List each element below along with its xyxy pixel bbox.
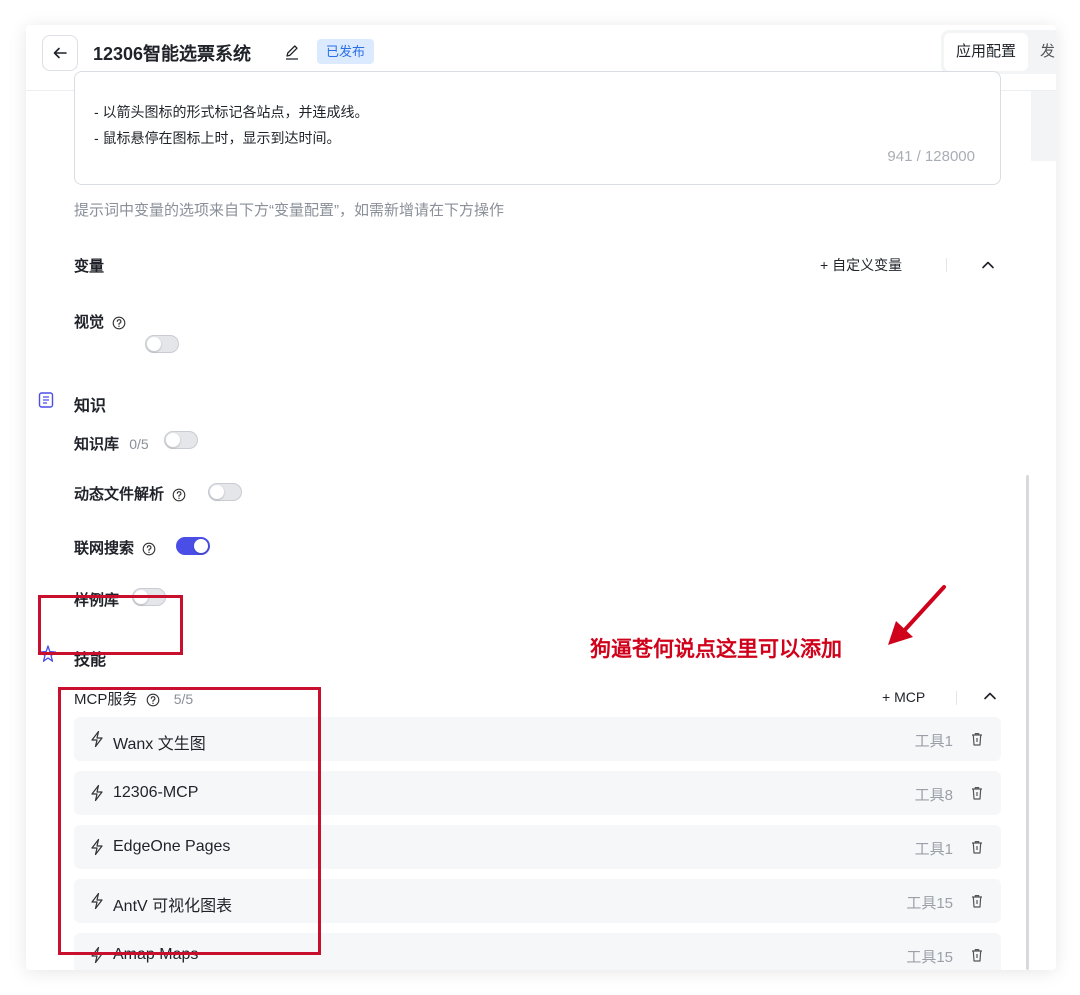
trash-icon[interactable] [969,893,985,909]
prompt-textarea[interactable]: - 以箭头图标的形式标记各站点，并连成线。 - 鼠标悬停在图标上时，显示到达时间… [74,71,1001,185]
vision-label-text: 视觉 [74,314,105,331]
prompt-hint: 提示词中变量的选项来自下方“变量配置”，如需新增请在下方操作 [74,202,504,219]
trash-icon[interactable] [969,947,985,963]
knowledge-base-toggle[interactable] [164,431,198,449]
help-circle-icon[interactable] [142,542,156,556]
arrow-left-icon [53,47,67,59]
divider [946,258,947,272]
dynamic-file-label: 动态文件解析 [74,483,186,504]
annotation-text: 狗逼苍何说点这里可以添加 [590,638,842,661]
trash-icon[interactable] [969,839,985,855]
tab-app-config[interactable]: 应用配置 [943,33,1028,71]
web-search-label: 联网搜索 [74,537,156,558]
scrollbar-thumb[interactable] [1026,475,1029,970]
web-search-text: 联网搜索 [74,540,135,557]
vision-toggle[interactable] [145,335,179,353]
mcp-item-tools: 工具1 [914,733,953,750]
annotation-arrow-icon [888,585,946,645]
trash-icon[interactable] [969,731,985,747]
config-tabs: 应用配置 发 [940,30,1056,74]
mcp-item-tools: 工具1 [914,841,953,858]
char-count: 941 / 128000 [887,148,975,165]
book-icon [38,392,54,408]
vision-label: 视觉 [74,311,126,332]
knowledge-title: 知识 [74,398,107,415]
help-circle-icon[interactable] [172,488,186,502]
mcp-item-tools: 工具15 [906,895,953,912]
knowledge-base-text: 知识库 [74,436,120,453]
annotation-box-mcp-list [58,687,321,955]
knowledge-base-label: 知识库 0/5 [74,433,149,454]
add-custom-variable-button[interactable]: + 自定义变量 [820,255,902,275]
prompt-line: - 鼠标悬停在图标上时，显示到达时间。 [94,130,341,146]
knowledge-base-count: 0/5 [129,436,149,452]
mcp-item-tools: 工具15 [906,949,953,966]
divider [956,691,957,705]
add-mcp-button[interactable]: + MCP [882,689,925,705]
dynamic-file-text: 动态文件解析 [74,486,165,503]
back-button[interactable] [42,35,78,71]
web-search-toggle[interactable] [176,537,210,555]
help-circle-icon[interactable] [112,316,126,330]
status-badge: 已发布 [317,39,375,64]
app-title: 12306智能选票系统 [93,44,252,64]
prompt-line: - 以箭头图标的形式标记各站点，并连成线。 [94,104,369,120]
variables-label: 变量 [74,258,105,275]
edit-pencil-icon[interactable] [282,42,302,62]
chevron-up-icon[interactable] [982,688,998,704]
mcp-item-tools: 工具8 [914,787,953,804]
dynamic-file-toggle[interactable] [208,483,242,501]
tab-publish[interactable]: 发 [1028,33,1056,71]
annotation-box-skills [38,595,183,655]
chevron-up-icon[interactable] [980,257,996,273]
trash-icon[interactable] [969,785,985,801]
